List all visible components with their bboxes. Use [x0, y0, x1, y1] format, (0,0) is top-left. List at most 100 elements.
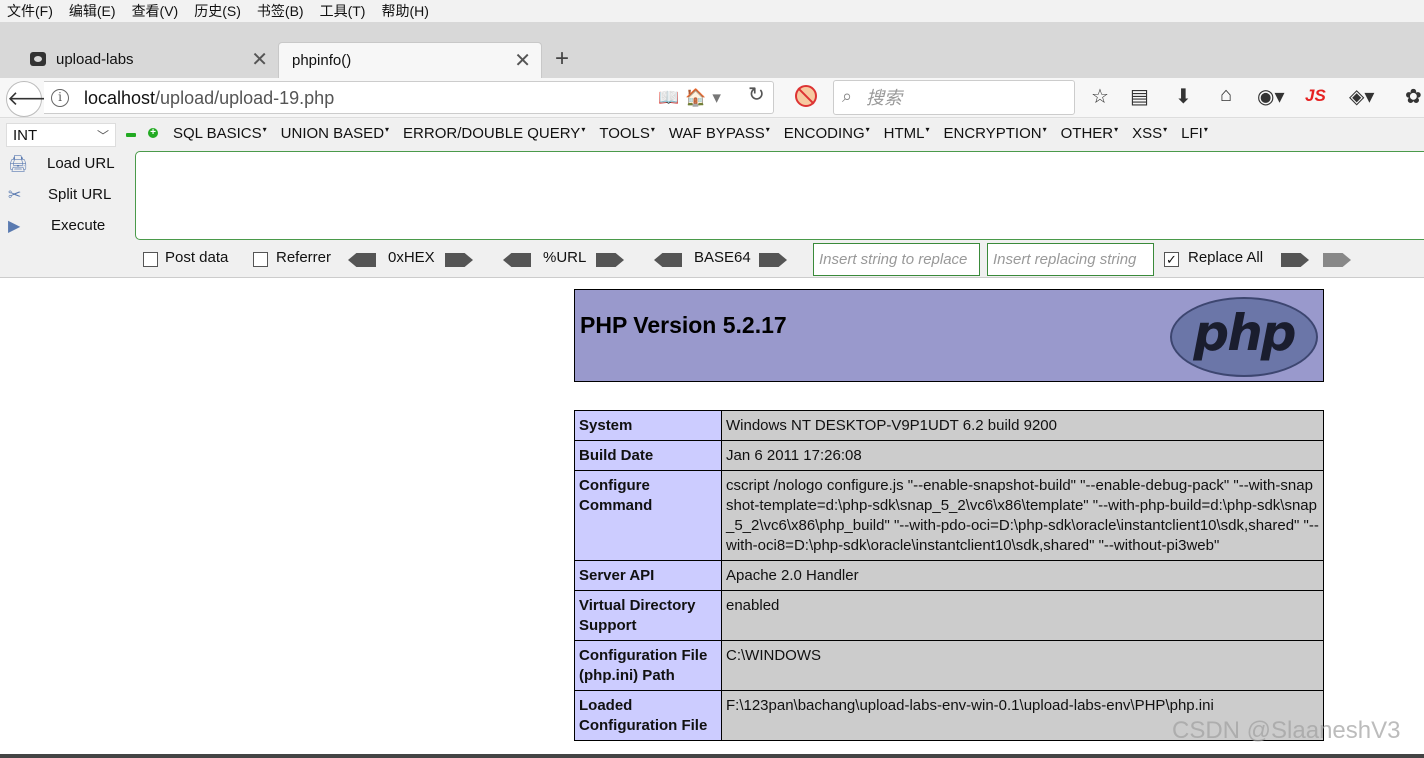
- menu-view[interactable]: 查看(V): [132, 0, 179, 22]
- base64-encode-arrow-icon[interactable]: [759, 253, 787, 267]
- reader-view-icon[interactable]: 📖🏠▾: [658, 88, 727, 108]
- menu-lfi[interactable]: LFI: [1181, 125, 1208, 142]
- menu-tools[interactable]: 工具(T): [320, 0, 366, 22]
- info-key: Configure Command: [574, 470, 722, 561]
- execute-label: Execute: [51, 217, 106, 234]
- plus-icon[interactable]: +: [148, 128, 158, 138]
- menu-waf-bypass[interactable]: WAF BYPASS: [669, 125, 770, 142]
- tab-label: upload-labs: [56, 51, 134, 68]
- navigation-bar: 🡐 i localhost/upload/upload-19.php 📖🏠▾ ↻…: [0, 78, 1424, 118]
- menu-union-based[interactable]: UNION BASED: [281, 125, 389, 142]
- phpinfo-table: System Windows NT DESKTOP-V9P1UDT 6.2 bui…: [574, 410, 1324, 741]
- extension-icon[interactable]: ◈▾: [1349, 84, 1374, 109]
- hackbar-options: Post data Referrer 0xHEX %URL BASE64 Ins…: [0, 243, 1424, 276]
- referrer-checkbox[interactable]: [253, 252, 268, 267]
- scissors-icon: ✂: [8, 187, 22, 204]
- url-path: /upload/upload-19.php: [155, 88, 335, 108]
- php-version-title: PHP Version 5.2.17: [580, 312, 787, 338]
- palette-icon[interactable]: ✿: [1405, 84, 1422, 109]
- url-encode-label: %URL: [543, 249, 587, 266]
- replace-string-input[interactable]: Insert string to replace: [813, 243, 980, 276]
- info-row: Virtual Directory Support enabled: [574, 590, 1324, 641]
- url-text[interactable]: localhost/upload/upload-19.php: [84, 82, 334, 115]
- back-button[interactable]: 🡐: [6, 81, 61, 117]
- post-data-label: Post data: [165, 249, 229, 266]
- hex-encode-arrow-icon[interactable]: [445, 253, 473, 267]
- info-key: Configuration File (php.ini) Path: [574, 640, 722, 691]
- menu-encoding[interactable]: ENCODING: [784, 125, 870, 142]
- replace-next-arrow-icon[interactable]: [1323, 253, 1351, 267]
- base64-label: BASE64: [694, 249, 751, 266]
- close-tab-icon[interactable]: ✕: [514, 43, 531, 79]
- info-row: Configuration File (php.ini) Path C:\WIND…: [574, 640, 1324, 691]
- tab-label: phpinfo(): [292, 52, 352, 69]
- load-url-label: Load URL: [47, 155, 115, 172]
- url-host: localhost: [84, 88, 156, 108]
- info-row: Configure Command cscript /nologo configu…: [574, 470, 1324, 561]
- menu-html[interactable]: HTML: [884, 125, 930, 142]
- hex-decode-arrow-icon[interactable]: [348, 253, 376, 267]
- type-select-value: INT: [13, 127, 38, 144]
- replacing-string-input[interactable]: Insert replacing string: [987, 243, 1154, 276]
- info-value: Windows NT DESKTOP-V9P1UDT 6.2 build 920…: [721, 410, 1324, 441]
- menu-xss[interactable]: XSS: [1132, 125, 1167, 142]
- menu-error-double-query[interactable]: ERROR/DOUBLE QUERY: [403, 125, 585, 142]
- info-row: Build Date Jan 6 2011 17:26:08: [574, 440, 1324, 471]
- reading-list-icon[interactable]: ▤: [1130, 84, 1149, 109]
- url-bar[interactable]: i localhost/upload/upload-19.php 📖🏠▾: [44, 81, 774, 114]
- minus-icon[interactable]: [126, 133, 136, 137]
- url-encode-arrow-icon[interactable]: [596, 253, 624, 267]
- info-icon[interactable]: i: [51, 89, 69, 107]
- hackbar-panel: INT ﹀ + SQL BASICS UNION BASED ERROR/DOU…: [0, 119, 1424, 278]
- tab-phpinfo[interactable]: phpinfo() ✕: [278, 42, 542, 78]
- camera-icon: [30, 52, 46, 66]
- close-tab-icon[interactable]: ✕: [251, 42, 268, 78]
- watermark: CSDN @SlaaneshV3: [1172, 717, 1401, 744]
- info-value: C:\WINDOWS: [721, 640, 1324, 691]
- menu-tools[interactable]: TOOLS: [599, 125, 655, 142]
- info-key: Server API: [574, 560, 722, 591]
- new-tab-icon[interactable]: +: [555, 42, 569, 76]
- info-row: System Windows NT DESKTOP-V9P1UDT 6.2 bui…: [574, 410, 1324, 441]
- noscript-icon[interactable]: [795, 85, 817, 107]
- javascript-toggle-icon[interactable]: JS: [1305, 86, 1326, 106]
- post-data-checkbox[interactable]: [143, 252, 158, 267]
- menu-bookmarks[interactable]: 书签(B): [257, 0, 304, 22]
- tab-upload-labs[interactable]: upload-labs ✕: [20, 42, 278, 78]
- info-value: enabled: [721, 590, 1324, 641]
- chevron-down-icon: ﹀: [96, 129, 109, 143]
- search-box[interactable]: ⌕ 搜索: [833, 80, 1075, 115]
- hex-label: 0xHEX: [388, 249, 435, 266]
- menu-help[interactable]: 帮助(H): [381, 0, 428, 22]
- menu-history[interactable]: 历史(S): [194, 0, 241, 22]
- download-icon[interactable]: ⬇: [1175, 84, 1192, 109]
- base64-decode-arrow-icon[interactable]: [654, 253, 682, 267]
- menu-file[interactable]: 文件(F): [7, 0, 53, 22]
- replace-all-checkbox[interactable]: ✓: [1164, 252, 1179, 267]
- replace-all-label: Replace All: [1188, 249, 1264, 266]
- info-key: Virtual Directory Support: [574, 590, 722, 641]
- reload-icon[interactable]: ↻: [748, 82, 765, 107]
- hackbar-menu: SQL BASICS UNION BASED ERROR/DOUBLE QUER…: [173, 125, 1222, 142]
- info-key: Loaded Configuration File: [574, 690, 722, 741]
- type-select[interactable]: INT ﹀: [6, 123, 116, 147]
- info-key: Build Date: [574, 440, 722, 471]
- menu-edit[interactable]: 编辑(E): [69, 0, 116, 22]
- menu-sql-basics[interactable]: SQL BASICS: [173, 125, 267, 142]
- menu-encryption[interactable]: ENCRYPTION: [944, 125, 1047, 142]
- info-value: Apache 2.0 Handler: [721, 560, 1324, 591]
- url-textarea[interactable]: [135, 151, 1424, 240]
- bookmark-star-icon[interactable]: ☆: [1091, 84, 1109, 109]
- replace-arrow-icon[interactable]: [1281, 253, 1309, 267]
- url-decode-arrow-icon[interactable]: [503, 253, 531, 267]
- browser-chrome: 文件(F) 编辑(E) 查看(V) 历史(S) 书签(B) 工具(T) 帮助(H…: [0, 0, 1424, 278]
- home-icon[interactable]: ⌂: [1220, 84, 1232, 107]
- menu-bar: 文件(F) 编辑(E) 查看(V) 历史(S) 书签(B) 工具(T) 帮助(H…: [0, 0, 1424, 22]
- globe-icon[interactable]: ◉▾: [1257, 84, 1285, 109]
- bottom-edge: [0, 754, 1424, 758]
- menu-other[interactable]: OTHER: [1061, 125, 1119, 142]
- php-logo[interactable]: php: [1170, 297, 1318, 377]
- php-logo-text: php: [1193, 304, 1296, 362]
- info-value: cscript /nologo configure.js "--enable-s…: [721, 470, 1324, 561]
- load-url-icon: 🖨: [8, 156, 29, 173]
